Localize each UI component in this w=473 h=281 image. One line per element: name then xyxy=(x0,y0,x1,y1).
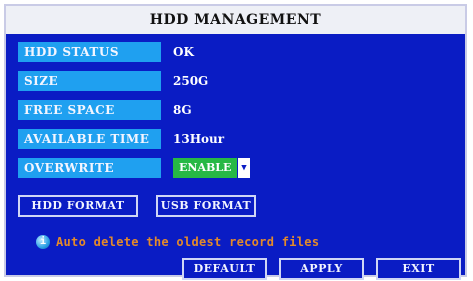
exit-button[interactable]: EXIT xyxy=(376,258,461,280)
window-title: HDD MANAGEMENT xyxy=(6,6,465,34)
hdd-management-window: HDD MANAGEMENT HDD STATUS OK SIZE 250G F… xyxy=(4,4,467,280)
apply-button[interactable]: APPLY xyxy=(279,258,364,280)
auto-delete-hint: i Auto delete the oldest record files xyxy=(36,235,319,249)
overwrite-label: OVERWRITE xyxy=(18,158,161,178)
default-button[interactable]: DEFAULT xyxy=(182,258,267,280)
free-space-value: 8G xyxy=(173,103,192,117)
size-value: 250G xyxy=(173,74,209,88)
hdd-format-button[interactable]: HDD FORMAT xyxy=(18,195,138,217)
chevron-down-icon[interactable]: ▼ xyxy=(237,158,250,178)
info-icon: i xyxy=(36,235,50,249)
size-label: SIZE xyxy=(18,71,161,91)
available-time-label: AVAILABLE TIME xyxy=(18,129,161,149)
overwrite-dropdown[interactable]: ENABLE ▼ xyxy=(173,158,250,178)
available-time-value: 13Hour xyxy=(173,132,225,146)
hdd-status-value: OK xyxy=(173,45,194,59)
hint-text: Auto delete the oldest record files xyxy=(56,235,320,249)
hdd-status-label: HDD STATUS xyxy=(18,42,161,62)
free-space-label: FREE SPACE xyxy=(18,100,161,120)
overwrite-selected-value: ENABLE xyxy=(173,158,237,178)
usb-format-button[interactable]: USB FORMAT xyxy=(156,195,256,217)
